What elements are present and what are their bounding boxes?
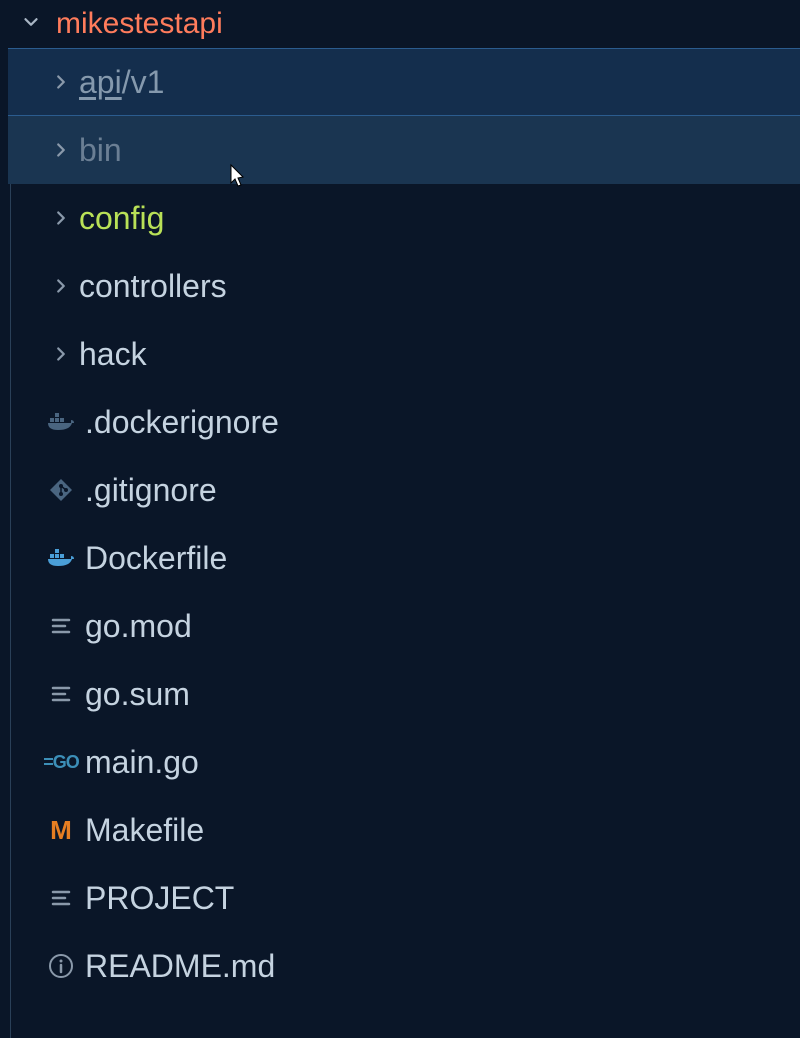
file-item[interactable]: .dockerignore: [8, 388, 800, 456]
file-label: .dockerignore: [85, 404, 279, 441]
chevron-right-icon[interactable]: [43, 139, 79, 161]
folder-item[interactable]: bin: [8, 116, 800, 184]
folder-label: api/v1: [79, 64, 164, 101]
path-segment-suffix: /v1: [122, 64, 165, 100]
file-explorer: mikestestapi api/v1binconfigcontrollersh…: [0, 0, 800, 1038]
folder-item[interactable]: hack: [8, 320, 800, 388]
info-icon: [43, 953, 79, 979]
file-item[interactable]: go.mod: [8, 592, 800, 660]
text-icon: [43, 886, 79, 910]
chevron-down-icon: [20, 11, 42, 38]
file-item[interactable]: README.md: [8, 932, 800, 1000]
tree-container: api/v1binconfigcontrollershack .dockerig…: [8, 48, 800, 1000]
file-label: README.md: [85, 948, 275, 985]
file-label: go.mod: [85, 608, 192, 645]
folder-label: bin: [79, 132, 122, 169]
root-folder-label: mikestestapi: [56, 7, 223, 41]
file-label: go.sum: [85, 676, 190, 713]
folder-label: hack: [79, 336, 147, 373]
chevron-right-icon[interactable]: [43, 343, 79, 365]
file-item[interactable]: .gitignore: [8, 456, 800, 524]
file-label: .gitignore: [85, 472, 217, 509]
file-item[interactable]: MMakefile: [8, 796, 800, 864]
makefile-icon: M: [43, 815, 79, 846]
file-label: main.go: [85, 744, 199, 781]
folder-item[interactable]: config: [8, 184, 800, 252]
file-label: Dockerfile: [85, 540, 227, 577]
chevron-right-icon[interactable]: [43, 275, 79, 297]
folder-label: controllers: [79, 268, 227, 305]
text-icon: [43, 682, 79, 706]
file-item[interactable]: =GO main.go: [8, 728, 800, 796]
git-icon: [43, 477, 79, 503]
path-segment: api: [79, 64, 122, 100]
docker-dim-icon: [43, 410, 79, 434]
folder-item[interactable]: controllers: [8, 252, 800, 320]
chevron-right-icon[interactable]: [43, 207, 79, 229]
docker-icon: [43, 546, 79, 570]
go-icon: =GO: [43, 752, 79, 773]
text-icon: [43, 614, 79, 638]
file-label: Makefile: [85, 812, 204, 849]
file-item[interactable]: Dockerfile: [8, 524, 800, 592]
file-item[interactable]: go.sum: [8, 660, 800, 728]
root-folder[interactable]: mikestestapi: [8, 0, 800, 48]
folder-item[interactable]: api/v1: [8, 48, 800, 116]
file-item[interactable]: PROJECT: [8, 864, 800, 932]
file-label: PROJECT: [85, 880, 234, 917]
chevron-right-icon[interactable]: [43, 71, 79, 93]
folder-label: config: [79, 200, 164, 237]
